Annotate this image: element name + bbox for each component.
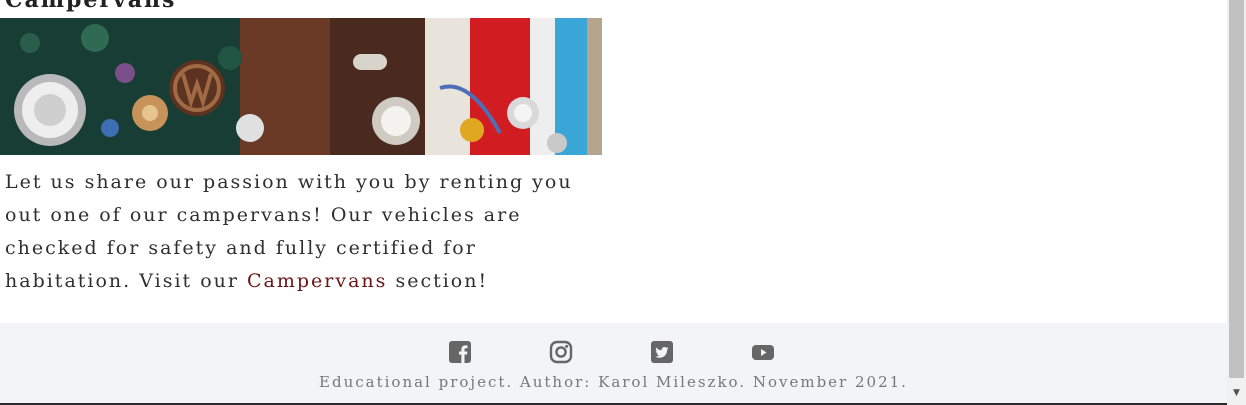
campervans-illustration xyxy=(0,18,602,155)
description-text: Let us share our passion with you by ren… xyxy=(5,166,585,298)
hero-image xyxy=(0,18,602,155)
section-title: Campervans xyxy=(5,0,177,13)
vertical-scrollbar[interactable]: ▼ xyxy=(1227,0,1246,405)
twitter-icon[interactable] xyxy=(650,340,674,364)
facebook-icon[interactable] xyxy=(448,340,472,364)
description-text-end: section! xyxy=(387,270,489,292)
page: Campervans Let us share our passion with… xyxy=(0,0,1227,405)
campervans-link[interactable]: Campervans xyxy=(247,270,387,292)
footer: Educational project. Author: Karol Miles… xyxy=(0,323,1227,403)
scrollbar-thumb[interactable] xyxy=(1229,0,1244,378)
youtube-icon[interactable] xyxy=(751,340,775,364)
scroll-down-arrow-icon[interactable]: ▼ xyxy=(1227,386,1246,400)
instagram-icon[interactable] xyxy=(549,340,573,364)
copyright-text: Educational project. Author: Karol Miles… xyxy=(319,373,908,391)
